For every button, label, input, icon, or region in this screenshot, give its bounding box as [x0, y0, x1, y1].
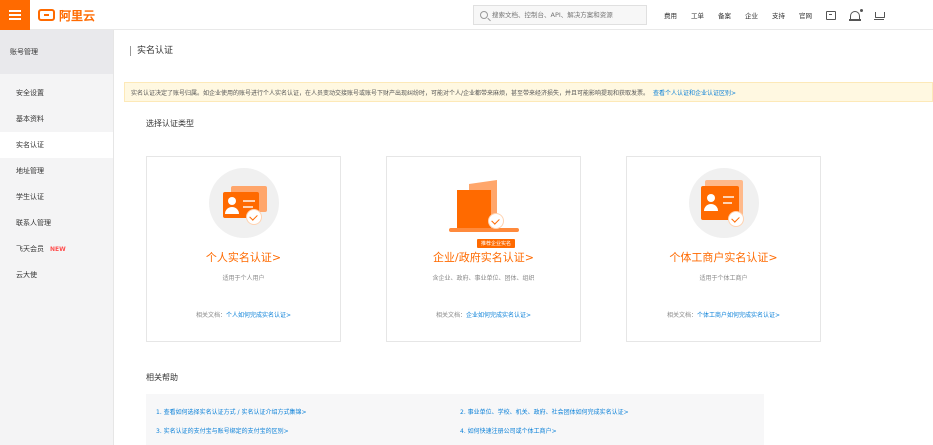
logo-text: 阿里云: [59, 8, 96, 23]
sidebar-item-real-name[interactable]: 实名认证: [0, 132, 113, 158]
help-links-box: 1. 查看如何选择实名认证方式 / 实名认证介绍方式集锦> 2. 事业单位、学校…: [146, 394, 764, 445]
sidebar-item-label: 飞天会员: [16, 245, 44, 253]
notice-link[interactable]: 查看个人认证和企业认证区别>: [653, 88, 736, 97]
doc-link[interactable]: 个体工商户如何完成实名认证>: [697, 312, 780, 319]
notification-dot: [860, 8, 863, 12]
sidebar-item-address[interactable]: 地址管理: [0, 158, 113, 184]
nav-tickets[interactable]: 工单: [691, 10, 704, 20]
page-title: 实名认证: [130, 46, 173, 56]
help-section-label: 相关帮助: [146, 373, 178, 382]
logo-icon: [38, 9, 55, 21]
section-label: 选择认证类型: [146, 119, 194, 128]
card-doc: 相关文档：个体工商户如何完成实名认证>: [627, 310, 820, 319]
sidebar: 账号管理 安全设置 基本资料 实名认证 地址管理 学生认证 联系人管理 飞天会员…: [0, 30, 114, 445]
bell-icon[interactable]: [849, 8, 863, 21]
search-icon: [480, 11, 488, 19]
enterprise-verification-card[interactable]: 推荐企业实名 企业/政府实名认证> 含企业、政府、事业单位、团体、组织 相关文档…: [386, 156, 581, 342]
help-link[interactable]: 3. 实名认证的支付宝与账号绑定的支付宝的区别>: [156, 426, 289, 435]
personal-id-icon: [209, 168, 279, 238]
card-title[interactable]: 个人实名认证>: [147, 249, 340, 265]
help-link[interactable]: 1. 查看如何选择实名认证方式 / 实名认证介绍方式集锦>: [156, 407, 307, 416]
nav-fees[interactable]: 费用: [664, 10, 677, 20]
help-link[interactable]: 2. 事业单位、学校、机关、政府、社会团体如何完成实名认证>: [460, 407, 629, 416]
card-title[interactable]: 个体工商户实名认证>: [627, 249, 820, 265]
nav-support[interactable]: 支持: [772, 10, 785, 20]
doc-link[interactable]: 个人如何完成实名认证>: [226, 312, 291, 319]
recommended-badge: 推荐企业实名: [477, 239, 516, 248]
search-input[interactable]: [492, 11, 642, 19]
notice-banner: 实名认证决定了账号归属。如企业使用的账号进行个人实名认证，在人员变动交接账号或账…: [124, 82, 933, 102]
sidebar-header: 账号管理: [0, 30, 113, 74]
doc-link[interactable]: 企业如何完成实名认证>: [466, 312, 531, 319]
sidebar-item-basic-info[interactable]: 基本资料: [0, 106, 113, 132]
sidebar-item-security[interactable]: 安全设置: [0, 80, 113, 106]
terminal-icon[interactable]: [826, 10, 836, 20]
card-doc: 相关文档：个人如何完成实名认证>: [147, 310, 340, 319]
check-icon: [247, 210, 261, 224]
doc-label: 相关文档：: [435, 312, 466, 319]
help-link[interactable]: 4. 如何快速注册公司或个体工商户>: [460, 426, 557, 435]
sidebar-list: 安全设置 基本资料 实名认证 地址管理 学生认证 联系人管理 飞天会员 NEW …: [0, 74, 113, 288]
notice-text: 实名认证决定了账号归属。如企业使用的账号进行个人实名认证，在人员变动交接账号或账…: [131, 89, 650, 97]
card-title[interactable]: 企业/政府实名认证>: [387, 249, 580, 265]
sidebar-item-membership[interactable]: 飞天会员 NEW: [0, 236, 113, 262]
sidebar-item-student[interactable]: 学生认证: [0, 184, 113, 210]
menu-icon: [9, 14, 21, 16]
aliyun-logo[interactable]: 阿里云: [38, 7, 95, 23]
card-subtitle: 含企业、政府、事业单位、团体、组织: [432, 275, 535, 282]
business-license-icon: [689, 168, 759, 238]
card-subtitle: 适用于个人用户: [222, 275, 265, 282]
search-box[interactable]: [473, 5, 647, 25]
sidebar-item-contacts[interactable]: 联系人管理: [0, 210, 113, 236]
card-subtitle: 适用于个体工商户: [699, 275, 748, 282]
personal-verification-card[interactable]: 个人实名认证> 适用于个人用户 相关文档：个人如何完成实名认证>: [146, 156, 341, 342]
top-bar: 阿里云 费用 工单 备案 企业 支持 官网: [0, 0, 933, 30]
doc-label: 相关文档：: [195, 312, 226, 319]
nav-icp[interactable]: 备案: [718, 10, 731, 20]
doc-label: 相关文档：: [666, 312, 697, 319]
building-icon: [449, 168, 519, 238]
check-icon: [729, 212, 743, 226]
nav-official-site[interactable]: 官网: [799, 10, 812, 20]
check-icon: [489, 214, 503, 228]
card-doc: 相关文档：企业如何完成实名认证>: [387, 310, 580, 319]
nav-enterprise[interactable]: 企业: [745, 10, 758, 20]
new-badge: NEW: [50, 245, 66, 253]
cart-icon[interactable]: [874, 11, 885, 20]
business-verification-card[interactable]: 个体工商户实名认证> 适用于个体工商户 相关文档：个体工商户如何完成实名认证>: [626, 156, 821, 342]
sidebar-item-ambassador[interactable]: 云大使: [0, 262, 113, 288]
hamburger-menu-button[interactable]: [0, 0, 30, 30]
top-nav: 费用 工单 备案 企业 支持 官网: [664, 0, 898, 30]
main-content: 实名认证 实名认证决定了账号归属。如企业使用的账号进行个人实名认证，在人员变动交…: [114, 30, 933, 445]
